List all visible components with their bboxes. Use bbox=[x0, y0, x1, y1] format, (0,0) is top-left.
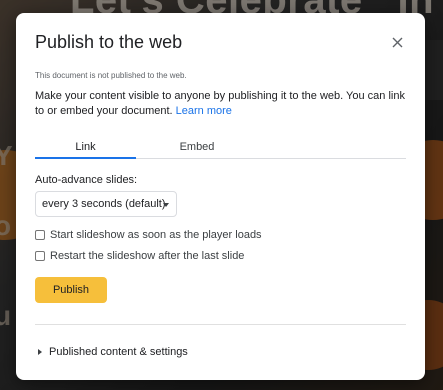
dialog-title: Publish to the web bbox=[35, 32, 183, 52]
auto-advance-label: Auto-advance slides: bbox=[35, 174, 138, 186]
publish-status: This document is not published to the we… bbox=[35, 71, 187, 80]
learn-more-link[interactable]: Learn more bbox=[176, 105, 232, 117]
restart-checkbox[interactable] bbox=[35, 251, 45, 261]
published-content-expander[interactable]: Published content & settings bbox=[38, 346, 188, 358]
restart-option[interactable]: Restart the slideshow after the last sli… bbox=[35, 250, 244, 262]
start-on-load-checkbox[interactable] bbox=[35, 230, 45, 240]
published-content-label: Published content & settings bbox=[49, 346, 188, 358]
caret-down-icon bbox=[163, 203, 169, 207]
auto-advance-value: every 3 seconds (default) bbox=[42, 198, 166, 210]
tab-link[interactable]: Link bbox=[35, 137, 136, 159]
close-icon bbox=[392, 37, 402, 47]
tab-embed[interactable]: Embed bbox=[136, 137, 258, 158]
section-divider bbox=[35, 324, 406, 325]
publish-button[interactable]: Publish bbox=[35, 277, 107, 303]
publish-tabs: Link Embed bbox=[35, 137, 406, 159]
start-on-load-label: Start slideshow as soon as the player lo… bbox=[50, 229, 262, 241]
publish-dialog: Publish to the web This document is not … bbox=[16, 13, 425, 380]
restart-label: Restart the slideshow after the last sli… bbox=[50, 250, 245, 262]
auto-advance-select[interactable]: every 3 seconds (default) bbox=[35, 191, 177, 217]
start-on-load-option[interactable]: Start slideshow as soon as the player lo… bbox=[35, 229, 262, 241]
close-button[interactable] bbox=[387, 32, 407, 52]
chevron-right-icon bbox=[38, 349, 42, 355]
publish-description: Make your content visible to anyone by p… bbox=[35, 89, 410, 119]
